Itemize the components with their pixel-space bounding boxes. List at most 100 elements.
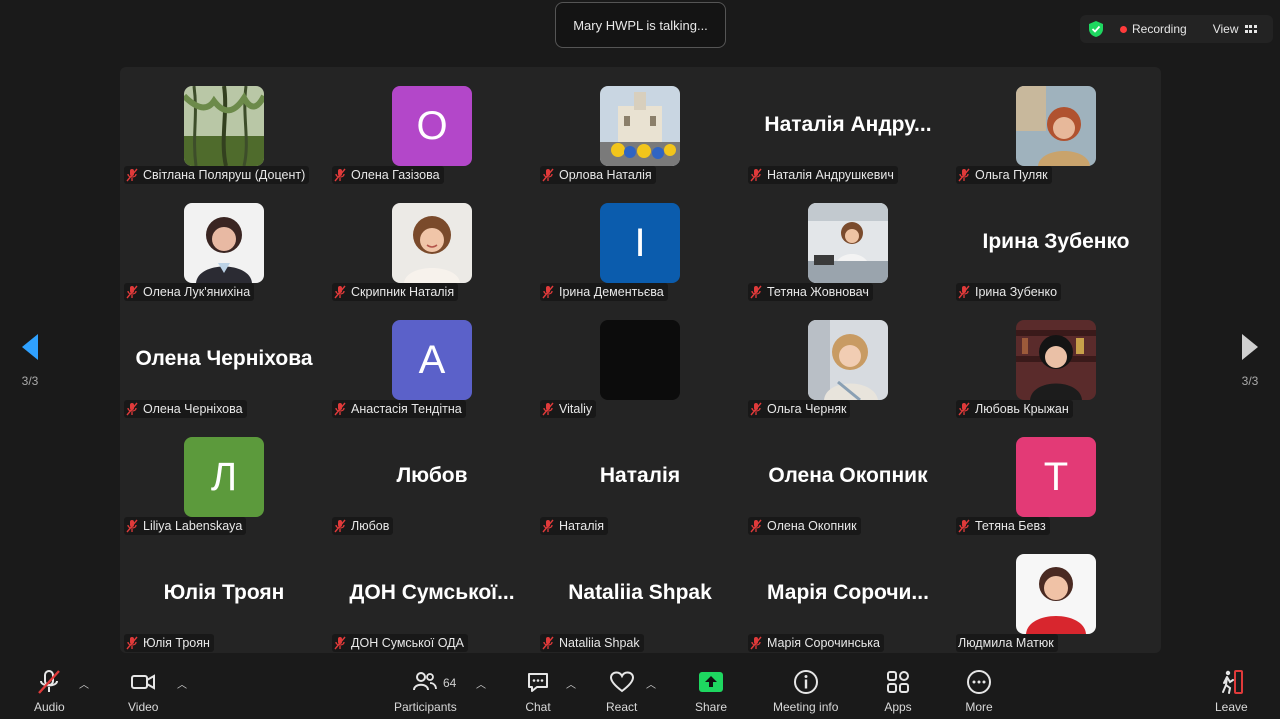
previous-page-button[interactable]: 3/3 <box>0 318 60 404</box>
recording-indicator[interactable]: Recording <box>1120 22 1187 36</box>
participant-tile[interactable]: Т Тетяна Бевз <box>952 418 1160 535</box>
participant-tile[interactable]: Любов Любов <box>328 418 536 535</box>
more-button[interactable]: More <box>965 668 993 714</box>
active-speaker-indicator: Mary HWPL is talking... <box>555 2 726 48</box>
leave-button[interactable]: Leave <box>1215 668 1248 714</box>
muted-microphone-icon <box>126 636 138 650</box>
participant-tile[interactable]: Олена Лук'янихіна <box>120 184 328 301</box>
participant-tile[interactable]: Nataliia Shpak Nataliia Shpak <box>536 535 744 652</box>
react-button[interactable]: React <box>606 668 637 714</box>
muted-microphone-icon <box>750 285 762 299</box>
participant-name-label: Марія Сорочинська <box>748 634 884 652</box>
muted-microphone-icon <box>958 168 970 182</box>
participant-tile[interactable]: Любовь Крыжан <box>952 301 1160 418</box>
participant-tile[interactable]: І Ірина Дементьєва <box>536 184 744 301</box>
participant-name-label: Ольга Пуляк <box>956 166 1052 184</box>
participant-name-label: Олена Черніхова <box>124 400 247 418</box>
share-button[interactable]: Share <box>695 668 727 714</box>
participant-tile[interactable]: Ольга Пуляк <box>952 67 1160 184</box>
participant-name-label: Орлова Наталія <box>540 166 656 184</box>
avatar-initial: Л <box>210 454 238 499</box>
participant-name-label: Тетяна Бевз <box>956 517 1050 535</box>
participant-photo <box>1016 320 1096 400</box>
participant-tile[interactable]: А Анастасія Тендітна <box>328 301 536 418</box>
participant-tile[interactable]: Людмила Матюк <box>952 535 1160 652</box>
participant-name: Юлія Троян <box>143 636 210 650</box>
participant-tile[interactable]: Vitaliy <box>536 301 744 418</box>
participant-tile[interactable]: Олена Окопник Олена Окопник <box>744 418 952 535</box>
meeting-info-label: Meeting info <box>773 700 839 714</box>
muted-microphone-icon <box>334 168 346 182</box>
apps-label: Apps <box>884 700 912 714</box>
participant-name-label: Олена Лук'янихіна <box>124 283 255 301</box>
audio-options-chevron-up-icon[interactable]: ︿ <box>79 676 89 691</box>
participant-photo <box>184 86 264 166</box>
participant-tile[interactable]: О Олена Газізова <box>328 67 536 184</box>
participants-button[interactable]: Participants <box>394 668 457 714</box>
muted-microphone-icon <box>126 168 138 182</box>
info-icon <box>792 668 820 696</box>
meeting-info-button[interactable]: Meeting info <box>773 668 838 714</box>
apps-button[interactable]: Apps <box>884 668 912 714</box>
muted-microphone-icon <box>334 519 346 533</box>
page-indicator-right: 3/3 <box>1241 374 1259 388</box>
muted-microphone-icon <box>334 402 346 416</box>
participant-name-label: Анастасія Тендітна <box>332 400 466 418</box>
participant-tile[interactable]: Ірина Зубенко Ірина Зубенко <box>952 184 1160 301</box>
next-page-button[interactable]: 3/3 <box>1220 318 1280 404</box>
participant-tile[interactable]: Орлова Наталія <box>536 67 744 184</box>
leave-label: Leave <box>1215 700 1248 714</box>
participant-name-label: Тетяна Жовновач <box>748 283 873 301</box>
participant-photo <box>808 320 888 400</box>
chat-options-chevron-up-icon[interactable]: ︿ <box>566 676 576 691</box>
participant-photo <box>184 203 264 283</box>
participant-tile[interactable]: Ольга Черняк <box>744 301 952 418</box>
participant-name-label: Любов <box>332 517 394 535</box>
heart-icon <box>608 668 636 696</box>
muted-microphone-icon <box>958 402 970 416</box>
participant-name: Скрипник Наталія <box>351 285 455 299</box>
participant-name: Liliya Labenskaya <box>143 519 243 533</box>
view-button[interactable]: View <box>1213 22 1257 36</box>
shield-icon[interactable] <box>1088 20 1104 38</box>
chat-button[interactable]: Chat <box>524 668 552 714</box>
participant-tile[interactable]: Світлана Поляруш (Доцент) <box>120 67 328 184</box>
participant-name: Олена Черніхова <box>143 402 243 416</box>
recording-dot-icon <box>1120 25 1127 33</box>
video-options-chevron-up-icon[interactable]: ︿ <box>177 676 187 691</box>
muted-microphone-icon <box>958 519 970 533</box>
participant-initial-avatar: Л <box>184 437 264 517</box>
participant-display-name: Олена Черніхова <box>135 347 313 370</box>
participant-name: Орлова Наталія <box>559 168 652 182</box>
video-button[interactable]: Video <box>128 668 158 714</box>
participant-tile[interactable]: Скрипник Наталія <box>328 184 536 301</box>
participant-tile[interactable]: Марія Сорочи... Марія Сорочинська <box>744 535 952 652</box>
participant-tile[interactable]: Л Liliya Labenskaya <box>120 418 328 535</box>
muted-microphone-icon <box>334 636 346 650</box>
participant-name-label: Ірина Зубенко <box>956 283 1062 301</box>
participant-name: Наталія <box>559 519 605 533</box>
avatar-initial: А <box>418 337 446 382</box>
participant-tile[interactable]: Олена Черніхова Олена Черніхова <box>120 301 328 418</box>
participant-name-label: Ольга Черняк <box>748 400 851 418</box>
participant-name: Марія Сорочинська <box>767 636 880 650</box>
participant-tile[interactable]: Юлія Троян Юлія Троян <box>120 535 328 652</box>
participant-photo <box>1016 86 1096 166</box>
participant-tile[interactable]: ДОН Сумської... ДОН Сумської ОДА <box>328 535 536 652</box>
react-options-chevron-up-icon[interactable]: ︿ <box>646 676 656 691</box>
participant-gallery: Світлана Поляруш (Доцент) О Олена Газізова… <box>120 67 1161 653</box>
participant-display-name: ДОН Сумської... <box>349 581 515 604</box>
participant-name: Любов <box>351 519 390 533</box>
muted-microphone-icon <box>542 285 554 299</box>
react-label: React <box>606 700 638 714</box>
muted-microphone-icon <box>750 519 762 533</box>
participant-name: Анастасія Тендітна <box>351 402 462 416</box>
participant-photo <box>392 203 472 283</box>
participant-name-label: Юлія Троян <box>124 634 214 652</box>
participant-name: ДОН Сумської ОДА <box>351 636 464 650</box>
participants-options-chevron-up-icon[interactable]: ︿ <box>476 676 486 691</box>
participant-tile[interactable]: Тетяна Жовновач <box>744 184 952 301</box>
participant-tile[interactable]: Наталія Наталія <box>536 418 744 535</box>
participant-tile[interactable]: Наталія Андру... Наталія Андрушкевич <box>744 67 952 184</box>
audio-button[interactable]: Audio <box>34 668 65 714</box>
